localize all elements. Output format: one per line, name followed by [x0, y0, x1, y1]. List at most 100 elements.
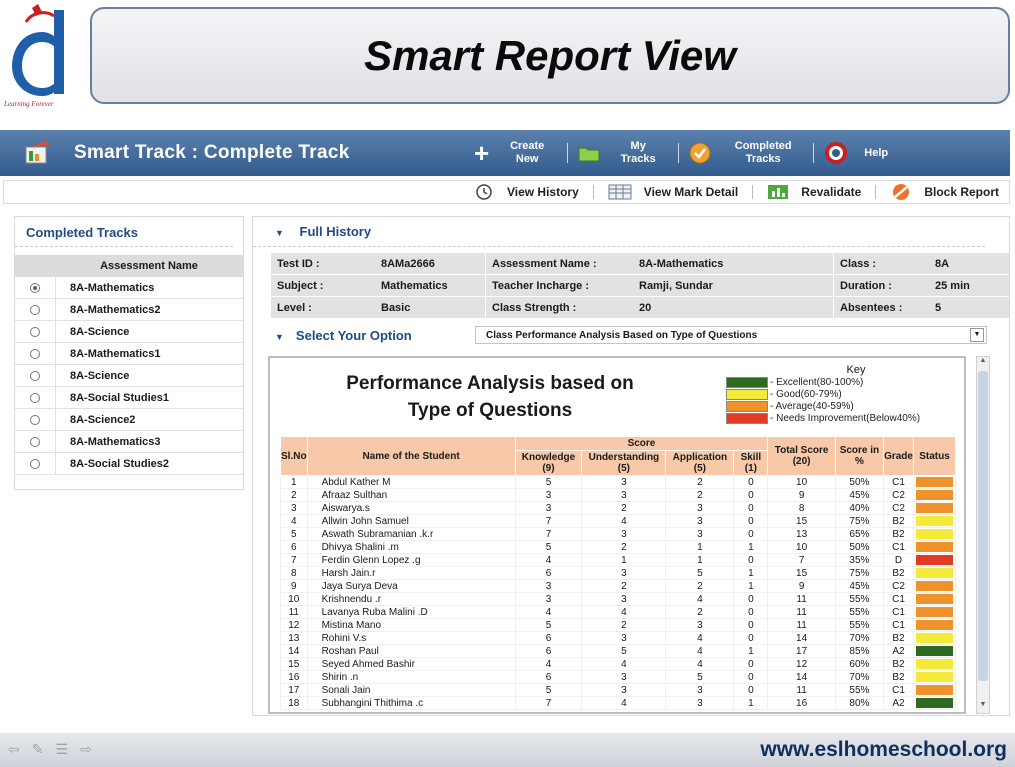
cell-s: 1 [733, 644, 769, 658]
cell-status [913, 670, 956, 684]
scroll-down-icon[interactable]: ▼ [977, 701, 989, 713]
create-new-button[interactable]: + Create New [474, 140, 557, 166]
table-row: 16 Shirin .n 6 3 5 0 14 70% B2 [280, 670, 956, 684]
radio-button[interactable] [15, 326, 55, 337]
radio-button[interactable] [15, 304, 55, 315]
cell-u: 3 [581, 566, 667, 580]
cell-sl: 6 [280, 540, 308, 554]
revalidate-button[interactable]: Revalidate [767, 184, 861, 200]
cell-t: 15 [767, 566, 836, 580]
view-mark-detail-button[interactable]: View Mark Detail [608, 184, 738, 200]
cell-p: 55% [834, 605, 885, 619]
cell-a: 3 [665, 527, 735, 541]
cell-s: 1 [733, 566, 769, 580]
assessment-name: 8A-Mathematics [55, 277, 243, 298]
cell-sl: 7 [280, 553, 308, 567]
status-swatch [916, 594, 953, 604]
collapse-triangle-icon: ▼ [275, 331, 284, 342]
report-scrollbar[interactable]: ▲ ▼ [976, 356, 990, 714]
cell-a: 4 [665, 631, 735, 645]
radio-button[interactable] [15, 392, 55, 403]
radio-button[interactable] [15, 370, 55, 381]
dropdown-arrow-icon[interactable]: ▼ [970, 328, 984, 342]
status-swatch [916, 542, 953, 552]
forward-arrow-icon[interactable]: ⇨ [80, 741, 92, 758]
full-history-header[interactable]: ▼ Full History [253, 217, 985, 247]
list-item[interactable]: 8A-Science [15, 365, 243, 387]
status-swatch [916, 477, 953, 487]
assessment-name-value: 8A-Mathematics [639, 257, 724, 270]
radio-button[interactable] [15, 436, 55, 447]
cell-t: 17 [767, 644, 836, 658]
list-item[interactable]: 8A-Mathematics1 [15, 343, 243, 365]
panel-title: Completed Tracks [15, 217, 233, 247]
slide-title-box: Smart Report View [90, 7, 1010, 104]
cell-sl: 13 [280, 631, 308, 645]
header-grade: Grade [883, 436, 914, 476]
cell-a: 3 [665, 696, 735, 710]
cell-p: 75% [834, 566, 885, 580]
pen-icon[interactable]: ✎ [32, 741, 44, 758]
spreadsheet-icon [608, 184, 632, 200]
status-swatch [916, 555, 953, 565]
bar-chart-icon [768, 185, 789, 199]
cell-p: 75% [834, 514, 885, 528]
header-slno: Sl.No [280, 436, 308, 476]
view-history-button[interactable]: View History [473, 184, 579, 200]
cell-name: Rohini V.s [306, 631, 516, 645]
status-swatch [916, 659, 953, 669]
cell-s: 0 [733, 592, 769, 606]
cell-p: 55% [834, 683, 885, 697]
radio-button[interactable] [15, 282, 55, 293]
scroll-thumb[interactable] [978, 371, 988, 681]
cell-u: 2 [581, 579, 667, 593]
back-arrow-icon[interactable]: ⇦ [8, 741, 20, 758]
status-swatch [916, 646, 953, 656]
radio-button[interactable] [15, 348, 55, 359]
cell-u: 2 [581, 618, 667, 632]
radio-button[interactable] [15, 458, 55, 469]
clock-icon [476, 184, 492, 200]
list-item[interactable]: 8A-Mathematics [15, 277, 243, 299]
cell-k: 5 [514, 540, 583, 554]
cell-u: 3 [581, 592, 667, 606]
table-row: 10 Krishnendu .r 3 3 4 0 11 55% C1 [280, 592, 956, 606]
cell-u: 4 [581, 657, 667, 671]
cell-sl: 4 [280, 514, 308, 528]
cell-name: Subhangini Thithima .c [306, 696, 516, 710]
cell-t: 10 [767, 540, 836, 554]
table-row: 8 Harsh Jain.r 6 3 5 1 15 75% B2 [280, 566, 956, 580]
list-item[interactable]: 8A-Mathematics3 [15, 431, 243, 453]
cell-k: 6 [514, 644, 583, 658]
list-item[interactable]: 8A-Science2 [15, 409, 243, 431]
cell-g: B2 [883, 631, 914, 645]
list-item[interactable]: 8A-Science [15, 321, 243, 343]
cell-sl: 9 [280, 579, 308, 593]
lifebuoy-icon [825, 142, 848, 164]
list-item[interactable]: 8A-Mathematics2 [15, 299, 243, 321]
level-value: Basic [381, 301, 411, 314]
completed-tracks-button[interactable]: Completed Tracks [689, 140, 803, 166]
help-button[interactable]: Help [824, 142, 896, 164]
report-type-select[interactable]: Class Performance Analysis Based on Type… [475, 326, 987, 344]
scroll-up-icon[interactable]: ▲ [977, 357, 989, 369]
my-tracks-button[interactable]: My Tracks [578, 140, 668, 166]
cell-g: C2 [883, 488, 914, 502]
list-item[interactable]: 8A-Social Studies1 [15, 387, 243, 409]
radio-button[interactable] [15, 414, 55, 425]
cell-status [913, 566, 956, 580]
cell-name: Shirin .n [306, 670, 516, 684]
block-report-button[interactable]: Block Report [890, 183, 999, 201]
cell-p: 40% [834, 501, 885, 515]
cell-t: 7 [767, 553, 836, 567]
cell-status [913, 475, 956, 489]
header-understanding: Understanding (5) [581, 450, 667, 476]
cell-a: 4 [665, 644, 735, 658]
color-swatch [726, 412, 768, 424]
list-item[interactable]: 8A-Social Studies2 [15, 453, 243, 475]
block-icon [893, 184, 910, 200]
test-id-value: 8AMa2666 [381, 257, 435, 270]
cell-t: 11 [767, 592, 836, 606]
menu-icon[interactable]: ☰ [55, 741, 68, 758]
footer-url[interactable]: www.eslhomeschool.org [760, 738, 1007, 762]
